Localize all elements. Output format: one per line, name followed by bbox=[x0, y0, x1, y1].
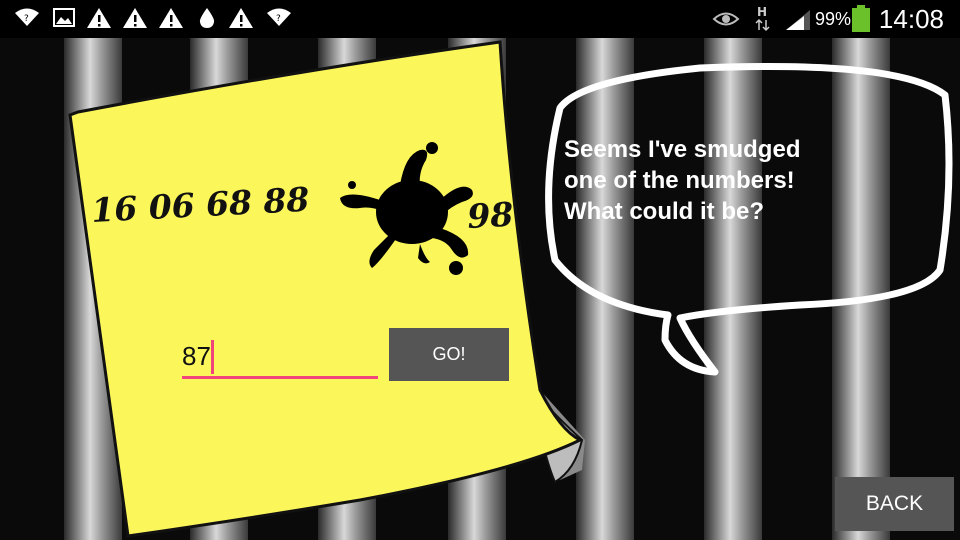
warning-icon bbox=[229, 8, 253, 28]
svg-text:?: ? bbox=[24, 14, 29, 24]
text-cursor bbox=[211, 340, 214, 374]
signal-icon bbox=[786, 10, 810, 30]
svg-text:?: ? bbox=[276, 14, 281, 24]
h-network-icon: H bbox=[755, 5, 770, 32]
water-drop-icon bbox=[199, 8, 215, 28]
sticky-note bbox=[68, 40, 584, 538]
warning-icon bbox=[123, 8, 147, 28]
clock: 14:08 bbox=[878, 4, 944, 34]
battery-icon bbox=[852, 5, 870, 32]
image-icon bbox=[53, 8, 75, 27]
battery-percentage: 99% bbox=[815, 9, 852, 29]
wifi-icon: ? bbox=[15, 8, 39, 26]
speech-bubble-text: Seems I've smudged one of the numbers! W… bbox=[564, 136, 801, 225]
svg-text:H: H bbox=[757, 5, 767, 19]
status-bar: ? ? H 99% 14:08 bbox=[0, 0, 960, 38]
note-code-suffix: 98 bbox=[466, 195, 514, 236]
wifi-icon: ? bbox=[267, 8, 291, 26]
warning-icon bbox=[87, 8, 111, 28]
note-layer: 16 06 68 88 98 bbox=[68, 40, 953, 538]
eye-icon bbox=[712, 12, 740, 26]
warning-icon bbox=[159, 8, 183, 28]
go-button[interactable]: GO! bbox=[389, 328, 509, 381]
back-button[interactable]: BACK bbox=[835, 477, 954, 531]
